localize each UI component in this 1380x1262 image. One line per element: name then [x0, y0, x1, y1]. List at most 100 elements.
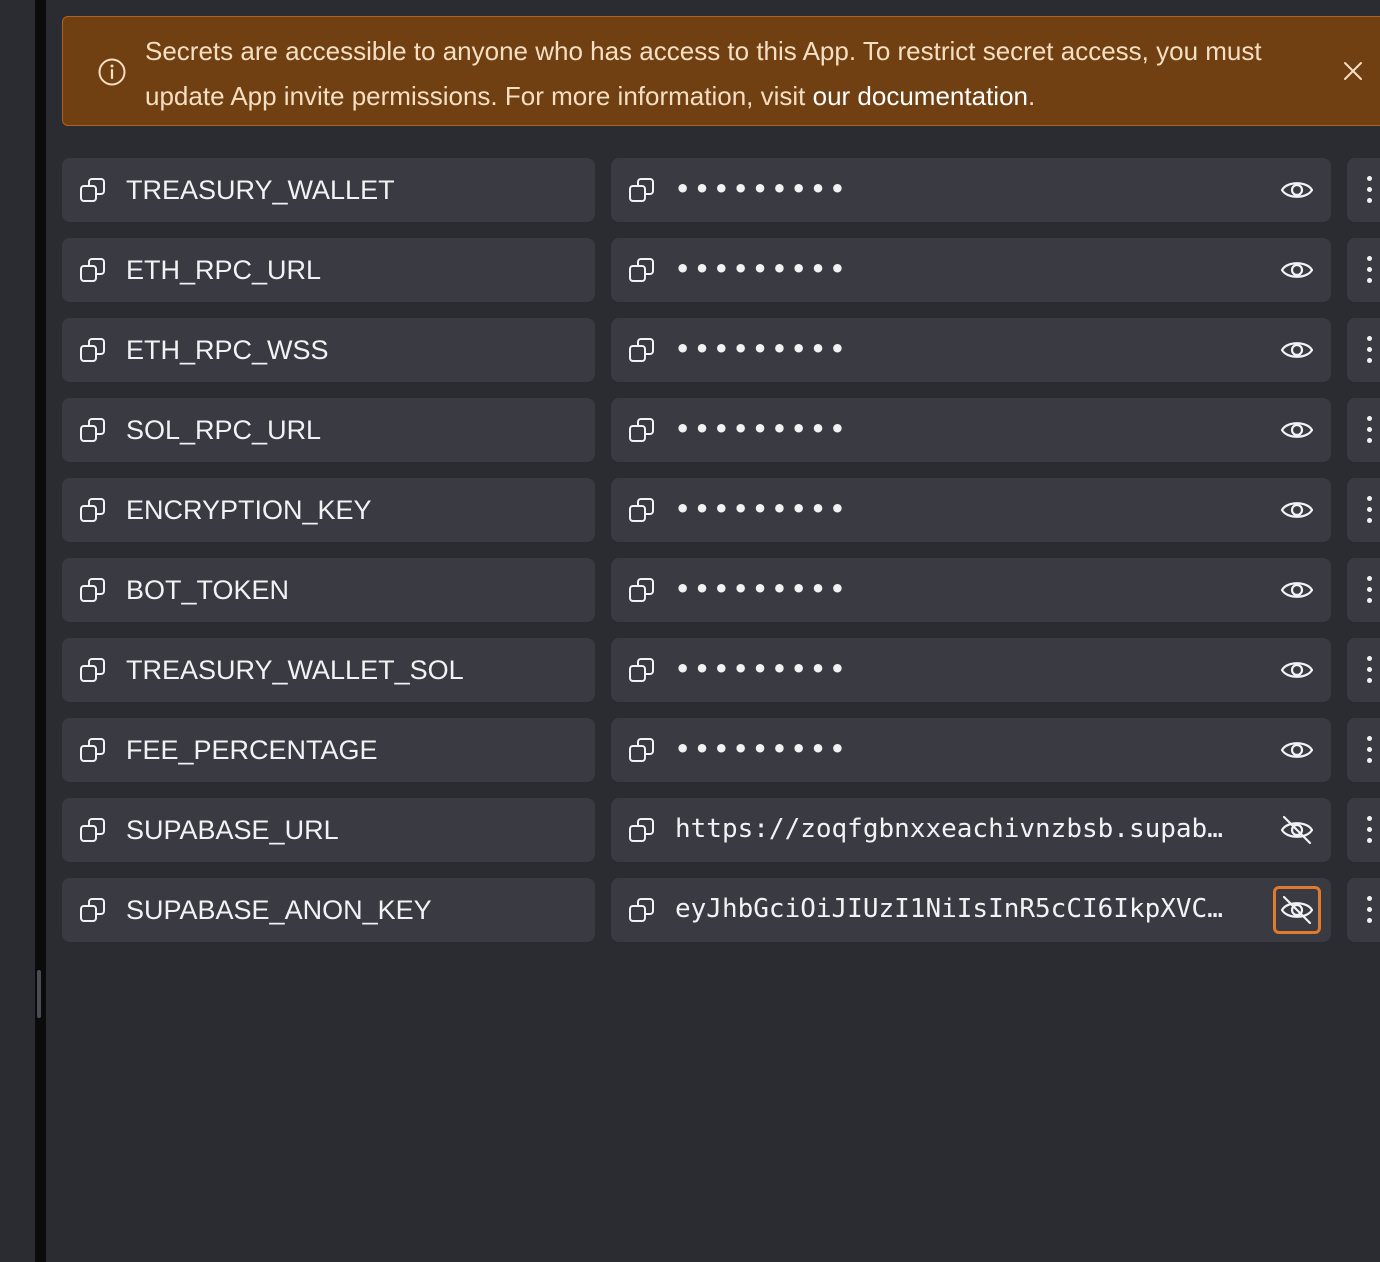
copy-icon[interactable] [78, 415, 108, 445]
toggle-visibility-button[interactable] [1273, 726, 1321, 774]
row-menu-button[interactable] [1347, 798, 1380, 862]
secret-key-label: ETH_RPC_URL [126, 255, 322, 285]
eye-icon [1280, 582, 1314, 598]
secret-key-field[interactable]: TREASURY_WALLET_SOL [62, 638, 595, 702]
toggle-visibility-button[interactable] [1273, 806, 1321, 854]
eye-icon [1280, 742, 1314, 758]
toggle-visibility-button[interactable] [1273, 246, 1321, 294]
toggle-visibility-button[interactable] [1273, 566, 1321, 614]
secret-value-field[interactable]: ••••••••• [611, 478, 1331, 542]
secret-value-text: ••••••••• [675, 255, 850, 283]
secret-key-field[interactable]: FEE_PERCENTAGE [62, 718, 595, 782]
secret-row: SOL_RPC_URL ••••••••• [62, 398, 1380, 462]
copy-icon[interactable] [78, 575, 108, 605]
copy-icon[interactable] [627, 495, 657, 525]
more-options-icon [1367, 736, 1375, 764]
row-menu-button[interactable] [1347, 718, 1380, 782]
secret-row: SUPABASE_URL https://zoqfgbnxxeachivnzbs… [62, 798, 1380, 862]
copy-icon[interactable] [627, 575, 657, 605]
row-menu-button[interactable] [1347, 638, 1380, 702]
secret-key-field[interactable]: SOL_RPC_URL [62, 398, 595, 462]
toggle-visibility-button[interactable] [1273, 166, 1321, 214]
info-icon [98, 58, 126, 86]
copy-icon[interactable] [78, 255, 108, 285]
secret-value-field[interactable]: ••••••••• [611, 238, 1331, 302]
secret-key-label: ETH_RPC_WSS [126, 335, 329, 365]
copy-icon[interactable] [627, 895, 657, 925]
close-icon[interactable] [1341, 59, 1365, 83]
toggle-visibility-button[interactable] [1273, 646, 1321, 694]
row-menu-button[interactable] [1347, 238, 1380, 302]
secret-key-field[interactable]: BOT_TOKEN [62, 558, 595, 622]
row-menu-button[interactable] [1347, 878, 1380, 942]
secrets-panel: Secrets are accessible to anyone who has… [46, 0, 1380, 1262]
more-options-icon [1367, 496, 1375, 524]
secret-row: TREASURY_WALLET ••••••••• [62, 158, 1380, 222]
secret-value-text: https://zoqfgbnxxeachivnzbsb.supab… [675, 814, 1223, 844]
secret-key-field[interactable]: ETH_RPC_WSS [62, 318, 595, 382]
secret-key-field[interactable]: TREASURY_WALLET [62, 158, 595, 222]
secret-value-field[interactable]: https://zoqfgbnxxeachivnzbsb.supab… [611, 798, 1331, 862]
more-options-icon [1367, 416, 1375, 444]
eye-off-icon [1280, 895, 1314, 925]
secret-key-field[interactable]: ETH_RPC_URL [62, 238, 595, 302]
copy-icon[interactable] [78, 175, 108, 205]
toggle-visibility-button[interactable] [1273, 406, 1321, 454]
secret-key-field[interactable]: SUPABASE_URL [62, 798, 595, 862]
copy-icon[interactable] [627, 255, 657, 285]
more-options-icon [1367, 816, 1375, 844]
copy-icon[interactable] [627, 735, 657, 765]
secret-value-field[interactable]: ••••••••• [611, 158, 1331, 222]
row-menu-button[interactable] [1347, 318, 1380, 382]
eye-off-icon [1280, 815, 1314, 845]
panel-resize-handle[interactable] [37, 970, 41, 1018]
toggle-visibility-button[interactable] [1273, 886, 1321, 934]
secret-value-text: eyJhbGciOiJIUzI1NiIsInR5cCI6IkpXVC… [675, 894, 1223, 924]
secret-value-field[interactable]: ••••••••• [611, 558, 1331, 622]
copy-icon[interactable] [78, 335, 108, 365]
secret-key-field[interactable]: ENCRYPTION_KEY [62, 478, 595, 542]
copy-icon[interactable] [627, 175, 657, 205]
row-menu-button[interactable] [1347, 398, 1380, 462]
secrets-list: TREASURY_WALLET ••••••••• ETH_RPC_URL ••… [62, 158, 1380, 958]
secret-value-field[interactable]: ••••••••• [611, 718, 1331, 782]
toggle-visibility-button[interactable] [1273, 486, 1321, 534]
copy-icon[interactable] [627, 415, 657, 445]
secret-value-field[interactable]: ••••••••• [611, 638, 1331, 702]
secret-value-field[interactable]: eyJhbGciOiJIUzI1NiIsInR5cCI6IkpXVC… [611, 878, 1331, 942]
documentation-link[interactable]: our documentation [813, 81, 1028, 111]
copy-icon[interactable] [78, 735, 108, 765]
copy-icon[interactable] [78, 895, 108, 925]
secret-key-field[interactable]: SUPABASE_ANON_KEY [62, 878, 595, 942]
eye-icon [1280, 262, 1314, 278]
copy-icon[interactable] [627, 335, 657, 365]
toggle-visibility-button[interactable] [1273, 326, 1321, 374]
secret-value-text: ••••••••• [675, 175, 850, 203]
secret-key-label: ENCRYPTION_KEY [126, 495, 372, 525]
warning-banner: Secrets are accessible to anyone who has… [62, 16, 1380, 126]
secret-row: ETH_RPC_URL ••••••••• [62, 238, 1380, 302]
copy-icon[interactable] [627, 815, 657, 845]
panel-divider [35, 0, 46, 1262]
secret-key-label: SUPABASE_ANON_KEY [126, 895, 432, 925]
secret-row: TREASURY_WALLET_SOL ••••••••• [62, 638, 1380, 702]
banner-suffix: . [1028, 81, 1036, 111]
row-menu-button[interactable] [1347, 158, 1380, 222]
secret-key-label: TREASURY_WALLET [126, 175, 395, 205]
more-options-icon [1367, 336, 1375, 364]
row-menu-button[interactable] [1347, 558, 1380, 622]
copy-icon[interactable] [78, 655, 108, 685]
secret-value-field[interactable]: ••••••••• [611, 398, 1331, 462]
eye-icon [1280, 502, 1314, 518]
eye-icon [1280, 342, 1314, 358]
copy-icon[interactable] [78, 495, 108, 525]
copy-icon[interactable] [78, 815, 108, 845]
secret-key-label: SUPABASE_URL [126, 815, 339, 845]
secret-value-text: ••••••••• [675, 655, 850, 683]
banner-text: Secrets are accessible to anyone who has… [145, 36, 1262, 111]
secret-value-field[interactable]: ••••••••• [611, 318, 1331, 382]
secret-key-label: SOL_RPC_URL [126, 415, 322, 445]
copy-icon[interactable] [627, 655, 657, 685]
more-options-icon [1367, 656, 1375, 684]
row-menu-button[interactable] [1347, 478, 1380, 542]
